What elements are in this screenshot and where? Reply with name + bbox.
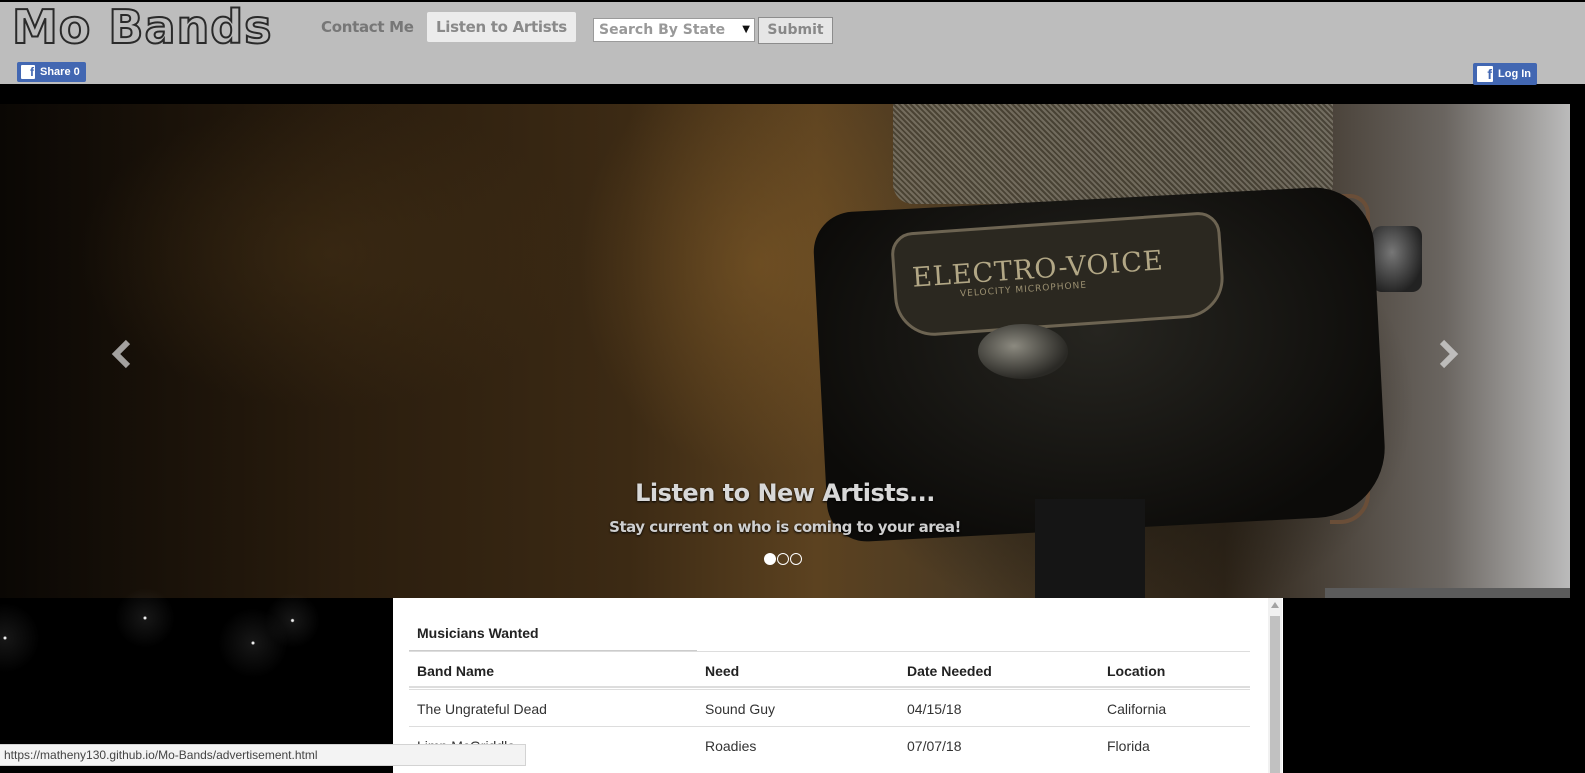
- carousel-prev-button[interactable]: [108, 334, 138, 374]
- top-navbar: Mo Bands Contact Me Listen to Artists Se…: [0, 1, 1585, 85]
- microphone-stand: [1035, 499, 1145, 598]
- need-cell: Roadies: [705, 738, 757, 754]
- facebook-login-button[interactable]: f Log In: [1473, 63, 1537, 85]
- facebook-login-label: Log In: [1498, 68, 1531, 80]
- carousel-indicator-2[interactable]: [777, 553, 789, 565]
- state-select-dropdown[interactable]: Search By State ▼: [593, 18, 755, 42]
- facebook-share-label: Share 0: [40, 66, 80, 78]
- sparkle: [0, 603, 40, 673]
- facebook-icon: f: [21, 65, 35, 80]
- date-needed-cell: 04/15/18: [907, 701, 962, 717]
- carousel-indicator-3[interactable]: [790, 553, 802, 565]
- musicians-wanted-panel: Musicians Wanted Band Name Need Date Nee…: [393, 598, 1283, 773]
- submit-button[interactable]: Submit: [758, 17, 833, 44]
- column-header-need: Need: [705, 663, 740, 679]
- column-header-band-name: Band Name: [417, 663, 495, 679]
- panel-scrollbar[interactable]: [1268, 598, 1282, 773]
- carousel-indicators: [764, 552, 803, 565]
- facebook-icon: f: [1477, 66, 1493, 83]
- column-header-location: Location: [1107, 663, 1166, 679]
- hero-carousel: ELECTRO-VOICE VELOCITY MICROPHONE Listen…: [0, 104, 1570, 598]
- need-cell: Sound Guy: [705, 701, 776, 717]
- column-header-date-needed: Date Needed: [907, 663, 992, 679]
- nav-contact-me[interactable]: Contact Me: [312, 12, 423, 42]
- location-cell: California: [1107, 701, 1167, 717]
- table-row: Limp McGriddle Roadies 07/07/18 Florida: [409, 726, 1250, 763]
- carousel-indicator-1[interactable]: [764, 553, 776, 565]
- browser-status-bar: https://matheny130.github.io/Mo-Bands/ad…: [0, 744, 526, 766]
- dropdown-caret-icon: ▼: [742, 24, 750, 35]
- chevron-left-icon: [111, 339, 131, 369]
- state-select-value: Search By State: [599, 22, 726, 38]
- band-name-cell: The Ungrateful Dead: [417, 701, 547, 717]
- carousel-next-button[interactable]: [1432, 334, 1462, 374]
- location-cell: Florida: [1107, 738, 1150, 754]
- microphone-switch: [978, 324, 1068, 379]
- right-background: [1283, 598, 1585, 773]
- date-needed-cell: 07/07/18: [907, 738, 962, 754]
- carousel-caption-title: Listen to New Artists...: [635, 479, 935, 507]
- facebook-share-button[interactable]: f Share 0: [17, 62, 86, 82]
- nav-listen-to-artists[interactable]: Listen to Artists: [427, 12, 576, 42]
- scroll-up-arrow-icon[interactable]: [1271, 602, 1279, 608]
- scrollbar-thumb[interactable]: [1270, 616, 1280, 773]
- image-watermark: [1325, 588, 1570, 598]
- sparkle: [265, 593, 320, 648]
- sparkle: [115, 588, 175, 648]
- carousel-caption-subtitle: Stay current on who is coming to your ar…: [609, 518, 961, 536]
- chevron-right-icon: [1439, 339, 1459, 369]
- musicians-wanted-title: Musicians Wanted: [417, 625, 539, 641]
- table-row: The Ungrateful Dead Sound Guy 04/15/18 C…: [409, 689, 1250, 726]
- site-logo[interactable]: Mo Bands: [11, 1, 273, 53]
- microphone-knob: [1372, 226, 1422, 292]
- table-header-row: Band Name Need Date Needed Location: [409, 651, 1250, 688]
